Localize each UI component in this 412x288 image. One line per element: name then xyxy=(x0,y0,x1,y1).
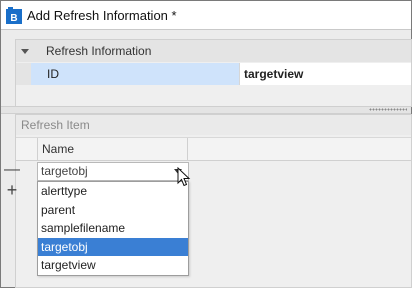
refresh-information-panel: Refresh Information ID targetview xyxy=(15,39,412,107)
title-bar: B Add Refresh Information * xyxy=(1,1,411,30)
refresh-information-header[interactable]: Refresh Information xyxy=(16,40,411,62)
grid-header-gutter xyxy=(16,138,38,160)
name-dropdown-list: alerttype parent samplefilename targetob… xyxy=(37,181,189,276)
window-title: Add Refresh Information * xyxy=(27,7,177,23)
svg-text:B: B xyxy=(10,13,17,24)
property-key-id[interactable]: ID xyxy=(31,63,240,85)
refresh-item-label: Refresh Item xyxy=(16,115,411,135)
name-combobox[interactable]: targetobj xyxy=(37,162,189,181)
dropdown-option-parent[interactable]: parent xyxy=(38,201,188,220)
column-header-name[interactable]: Name xyxy=(38,138,188,160)
dialog-window: B Add Refresh Information * Refresh Info… xyxy=(0,0,412,288)
splitter-grip-icon[interactable] xyxy=(369,108,407,111)
property-row-id[interactable]: ID targetview xyxy=(16,63,411,85)
dropdown-option-alerttype[interactable]: alerttype xyxy=(38,182,188,201)
combobox-value: targetobj xyxy=(41,164,88,178)
panel-splitter[interactable] xyxy=(1,106,411,114)
add-row-button[interactable]: + xyxy=(4,181,20,199)
collapse-arrow-icon[interactable] xyxy=(21,48,29,54)
grid-header: Name xyxy=(16,137,411,161)
property-value-id[interactable]: targetview xyxy=(240,63,411,85)
row-gutter xyxy=(16,63,31,85)
remove-row-button[interactable]: — xyxy=(4,162,20,178)
builder-app-icon: B xyxy=(6,6,22,24)
dropdown-option-targetobj[interactable]: targetobj xyxy=(38,237,188,257)
mouse-cursor-icon xyxy=(177,166,193,189)
refresh-information-label: Refresh Information xyxy=(46,44,152,58)
dropdown-option-samplefilename[interactable]: samplefilename xyxy=(38,219,188,238)
dropdown-option-targetview[interactable]: targetview xyxy=(38,256,188,275)
